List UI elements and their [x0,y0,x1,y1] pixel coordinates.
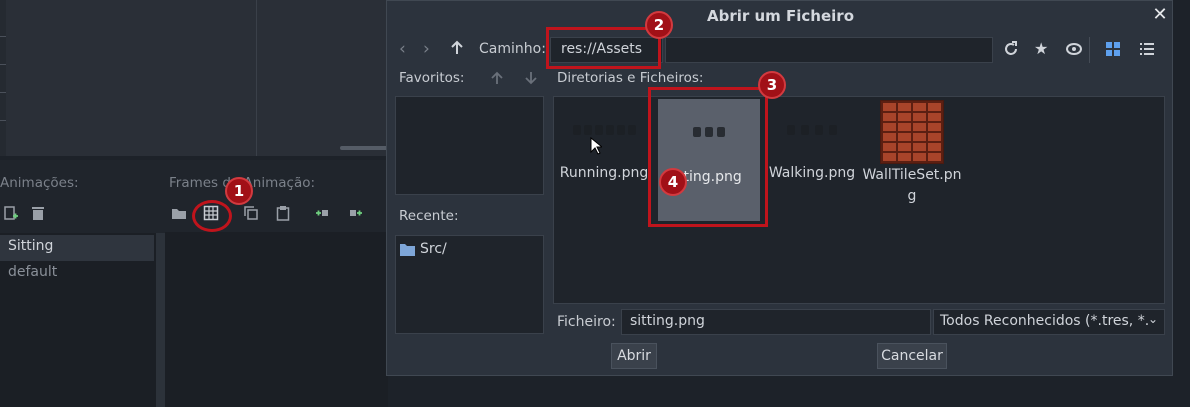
annotation-box [648,87,768,227]
animations-label: Animações: [0,175,79,191]
close-icon[interactable]: ✕ [1151,5,1169,25]
favorite-star-icon[interactable]: ★ [1034,39,1048,58]
delete-animation-button[interactable] [27,202,49,224]
file-item[interactable]: WallTileSet.pn g [860,100,964,207]
insert-empty-after-button[interactable] [344,202,366,224]
annotation-badge: 1 [225,177,253,205]
copy-icon [244,206,258,220]
wall-tile-thumbnail [880,100,944,164]
ruler-tick [0,36,6,37]
move-favorite-up-icon[interactable] [491,71,503,89]
annotation-badge: 3 [758,71,786,99]
grid-view-icon[interactable] [1106,42,1120,60]
annotation-badge: 4 [659,168,687,196]
refresh-icon[interactable] [1003,41,1019,61]
up-icon[interactable] [450,40,464,60]
file-thumbnail [556,117,652,143]
ruler-tick [0,92,6,93]
recent-list[interactable]: Src/ [395,235,544,334]
forward-icon[interactable]: › [423,39,430,59]
folder-icon [400,243,415,256]
ruler [0,0,6,156]
ruler-tick [0,120,6,121]
ruler-tick [0,64,6,65]
open-file-dialog: Abrir um Ficheiro ✕ ‹ › Caminho: res://A… [386,0,1173,376]
path-input-extension[interactable] [665,37,993,63]
favorites-label: Favoritos: [399,70,465,86]
new-animation-icon [4,206,18,220]
insert-empty-before-button[interactable] [312,202,334,224]
file-name: WallTileSet.pn [862,167,962,183]
file-item[interactable]: Running.png [556,117,652,184]
files-grid[interactable]: Running.png tting.png Walking.png WallTi… [553,96,1165,304]
file-filter-select[interactable]: Todos Reconhecidos (*.tres, *. ⌄ [933,309,1165,335]
mouse-cursor-icon [590,137,602,155]
annotation-circle [192,200,232,232]
files-label: Diretorias e Ficheiros: [557,70,704,86]
animation-item[interactable]: default [8,264,57,280]
file-filter-value: Todos Reconhecidos (*.tres, *. [940,313,1150,329]
file-name-input[interactable]: sitting.png [621,309,931,335]
recent-label: Recente: [399,208,459,224]
viewport-2d[interactable] [0,0,388,156]
annotation-box [546,27,661,69]
show-hidden-eye-icon[interactable] [1066,41,1082,61]
trash-icon [32,207,44,220]
copy-frame-button[interactable] [240,202,262,224]
list-view-icon[interactable] [1140,42,1154,60]
frames-area[interactable] [165,232,388,407]
animations-list[interactable]: Sitting default [0,233,156,407]
back-icon[interactable]: ‹ [399,39,406,59]
new-animation-button[interactable] [0,202,22,224]
toolbar-separator [1089,37,1090,63]
path-label: Caminho: [479,41,546,57]
move-favorite-down-icon[interactable] [525,71,537,89]
chevron-down-icon: ⌄ [1147,312,1158,326]
file-name: Walking.png [768,165,856,181]
insert-after-icon [350,210,362,216]
recent-item-label: Src/ [420,241,447,257]
file-item[interactable]: Walking.png [764,117,860,184]
dialog-title: Abrir um Ficheiro [706,7,854,25]
load-frames-button[interactable] [168,202,190,224]
horizontal-scrollbar[interactable] [340,146,388,150]
panel-divider [156,233,165,407]
folder-icon [172,209,186,219]
animation-item[interactable]: Sitting [8,238,53,254]
file-name-wrap: g [907,188,917,204]
paste-frame-button[interactable] [272,202,294,224]
annotation-badge: 2 [645,11,673,39]
file-name: Running.png [559,165,649,181]
cancel-button[interactable]: Cancelar [877,343,947,369]
recent-item[interactable]: Src/ [400,241,447,257]
file-thumbnail [764,117,860,143]
favorites-list[interactable] [395,96,544,195]
paste-icon [276,206,290,221]
insert-before-icon [316,210,328,216]
open-button[interactable]: Abrir [611,343,657,369]
guide-line [256,0,257,156]
file-label: Ficheiro: [557,314,616,330]
